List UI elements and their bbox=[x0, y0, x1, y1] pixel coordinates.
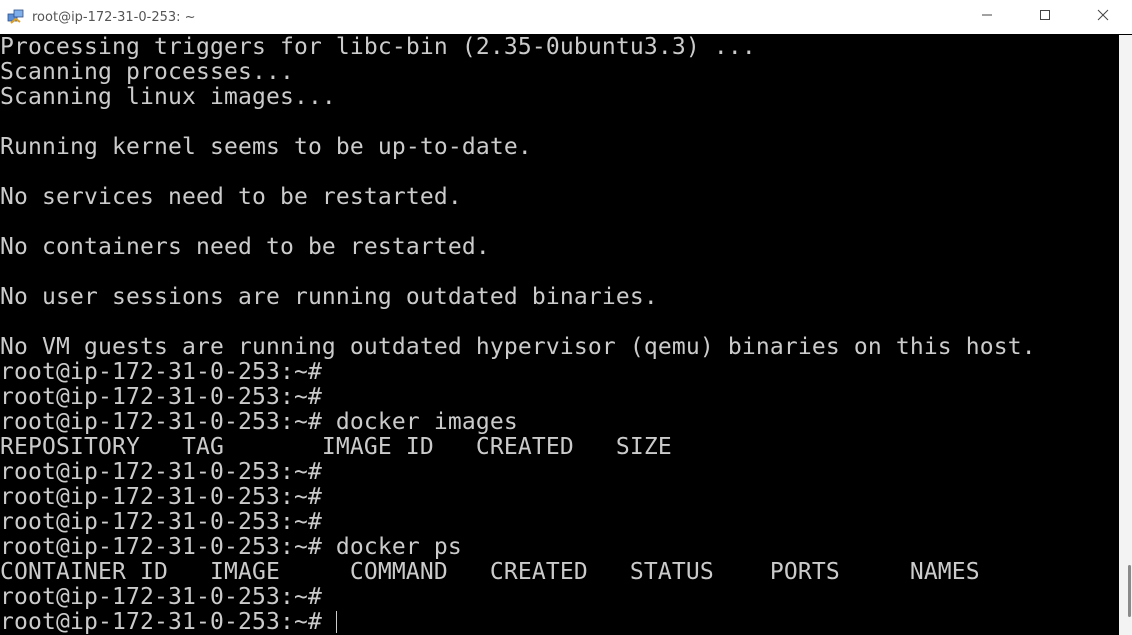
terminal-line: Scanning linux images... bbox=[0, 84, 336, 110]
title-bar[interactable]: root@ip-172-31-0-253: ~ bbox=[0, 0, 1132, 34]
terminal-line: root@ip-172-31-0-253:~# bbox=[0, 459, 322, 485]
text-cursor bbox=[335, 611, 337, 633]
window-controls bbox=[958, 0, 1132, 34]
terminal-line: root@ip-172-31-0-253:~# bbox=[0, 384, 322, 410]
terminal-window: root@ip-172-31-0-253: ~ Processing trigg… bbox=[0, 0, 1132, 635]
window-title: root@ip-172-31-0-253: ~ bbox=[32, 9, 196, 25]
terminal-line: No services need to be restarted. bbox=[0, 184, 462, 210]
minimize-button[interactable] bbox=[958, 0, 1016, 34]
terminal-line: REPOSITORY TAG IMAGE ID CREATED SIZE bbox=[0, 434, 672, 460]
terminal-line: Processing triggers for libc-bin (2.35-0… bbox=[0, 35, 756, 60]
terminal-line: No containers need to be restarted. bbox=[0, 234, 490, 260]
terminal-line: root@ip-172-31-0-253:~# bbox=[0, 359, 322, 385]
vertical-scrollbar[interactable] bbox=[1119, 35, 1132, 635]
maximize-button[interactable] bbox=[1016, 0, 1074, 34]
minimize-icon bbox=[981, 9, 993, 25]
terminal-line: CONTAINER ID IMAGE COMMAND CREATED STATU… bbox=[0, 559, 980, 585]
close-button[interactable] bbox=[1074, 0, 1132, 34]
scrollbar-thumb[interactable] bbox=[1128, 565, 1131, 617]
terminal-output[interactable]: Processing triggers for libc-bin (2.35-0… bbox=[0, 35, 1119, 635]
terminal-line: root@ip-172-31-0-253:~# bbox=[0, 484, 322, 510]
terminal-line: Scanning processes... bbox=[0, 59, 294, 85]
terminal-line: root@ip-172-31-0-253:~# bbox=[0, 509, 322, 535]
terminal-line: Running kernel seems to be up-to-date. bbox=[0, 134, 532, 160]
terminal-line: No VM guests are running outdated hyperv… bbox=[0, 334, 1036, 360]
close-icon bbox=[1097, 9, 1109, 25]
terminal-prompt-line[interactable]: root@ip-172-31-0-253:~# bbox=[0, 610, 1119, 635]
terminal-prompt: root@ip-172-31-0-253:~# bbox=[0, 609, 322, 635]
terminal-line: root@ip-172-31-0-253:~# bbox=[0, 584, 322, 610]
terminal-line: No user sessions are running outdated bi… bbox=[0, 284, 658, 310]
putty-icon[interactable] bbox=[7, 8, 25, 26]
terminal-line: root@ip-172-31-0-253:~# docker ps bbox=[0, 534, 462, 560]
maximize-icon bbox=[1039, 9, 1051, 25]
terminal-line: root@ip-172-31-0-253:~# docker images bbox=[0, 409, 518, 435]
